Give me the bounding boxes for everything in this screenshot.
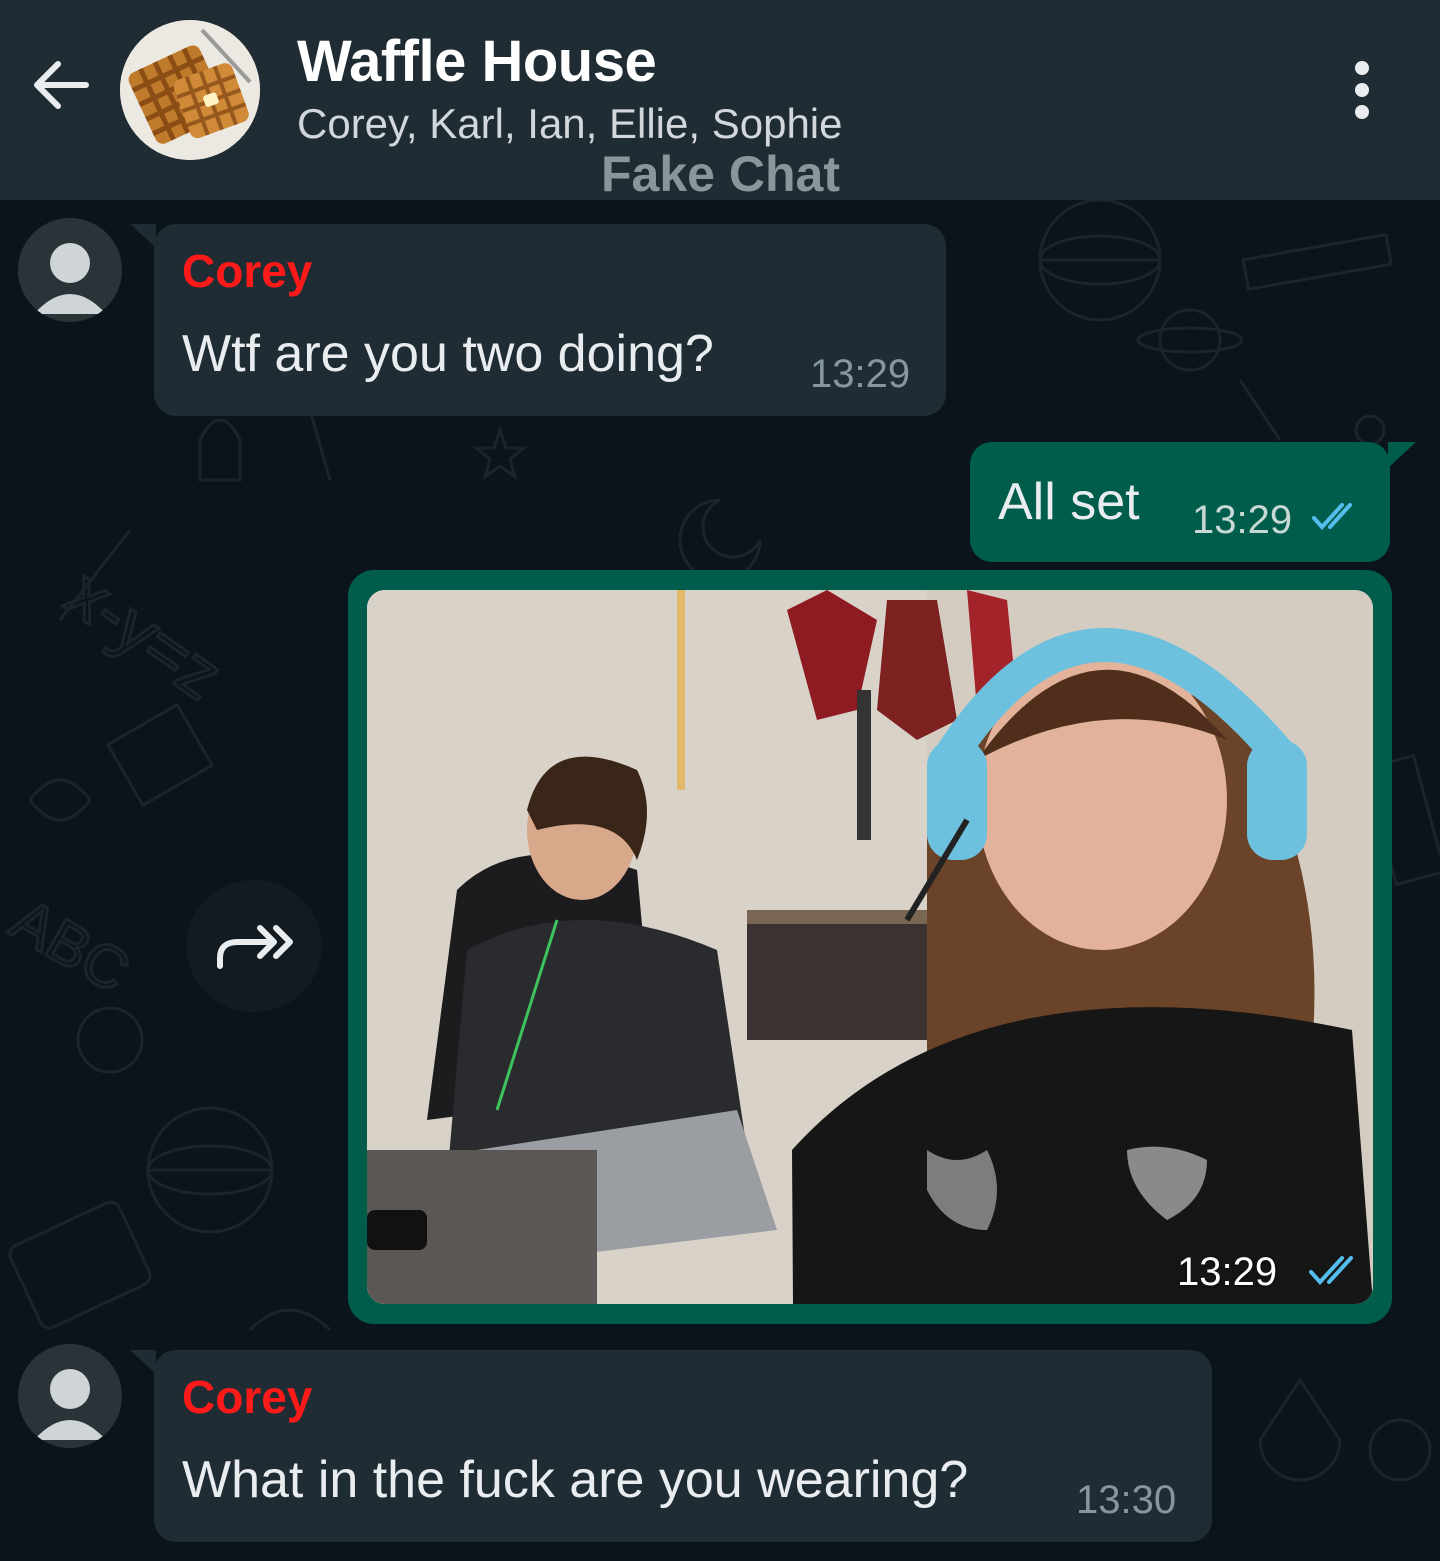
message-text: All set	[998, 473, 1140, 531]
message-text: What in the fuck are you wearing?	[182, 1451, 969, 1509]
kebab-menu-icon[interactable]	[1340, 60, 1384, 120]
forward-icon	[217, 925, 293, 969]
forward-button[interactable]	[186, 880, 322, 1012]
double-check-icon	[1312, 503, 1352, 530]
bubble-tail	[1388, 442, 1416, 468]
message-time: 13:29	[1192, 498, 1293, 542]
message-bubble-incoming[interactable]: Corey What in the fuck are you wearing? …	[154, 1350, 1212, 1542]
svg-text:ABC: ABC	[0, 886, 140, 1006]
message-time: 13:30	[1076, 1478, 1177, 1522]
chat-header: Waffle House Corey, Karl, Ian, Ellie, So…	[0, 0, 1440, 202]
participants-list[interactable]: Corey, Karl, Ian, Ellie, Sophie	[297, 100, 843, 148]
bubble-tail	[130, 224, 156, 248]
person-icon	[18, 218, 122, 322]
group-avatar[interactable]	[120, 20, 260, 160]
fake-chat-watermark: Fake Chat	[601, 146, 840, 202]
waffle-icon	[120, 20, 260, 160]
message-bubble-outgoing[interactable]: All set 13:29	[970, 442, 1390, 562]
message-time: 13:29	[1177, 1250, 1278, 1294]
message-time: 13:29	[810, 352, 911, 396]
message-text: Wtf are you two doing?	[182, 325, 714, 383]
person-icon	[18, 1344, 122, 1448]
avatar[interactable]	[18, 1344, 122, 1448]
arrow-left-icon[interactable]	[28, 52, 94, 118]
bubble-tail	[130, 1350, 156, 1374]
photo[interactable]: 13:29	[367, 590, 1373, 1304]
image-message[interactable]: 13:29	[348, 570, 1392, 1324]
photo-illustration	[367, 590, 1373, 1304]
avatar[interactable]	[18, 218, 122, 322]
sender-name[interactable]: Corey	[182, 1370, 312, 1424]
message-bubble-incoming[interactable]: Corey Wtf are you two doing? 13:29	[154, 224, 946, 416]
svg-text:x-y=z: x-y=z	[53, 554, 236, 715]
double-check-icon	[1309, 1256, 1353, 1285]
chat-title[interactable]: Waffle House	[297, 28, 657, 95]
chat-screen: Waffle House Corey, Karl, Ian, Ellie, So…	[0, 0, 1440, 1561]
sender-name[interactable]: Corey	[182, 244, 312, 298]
